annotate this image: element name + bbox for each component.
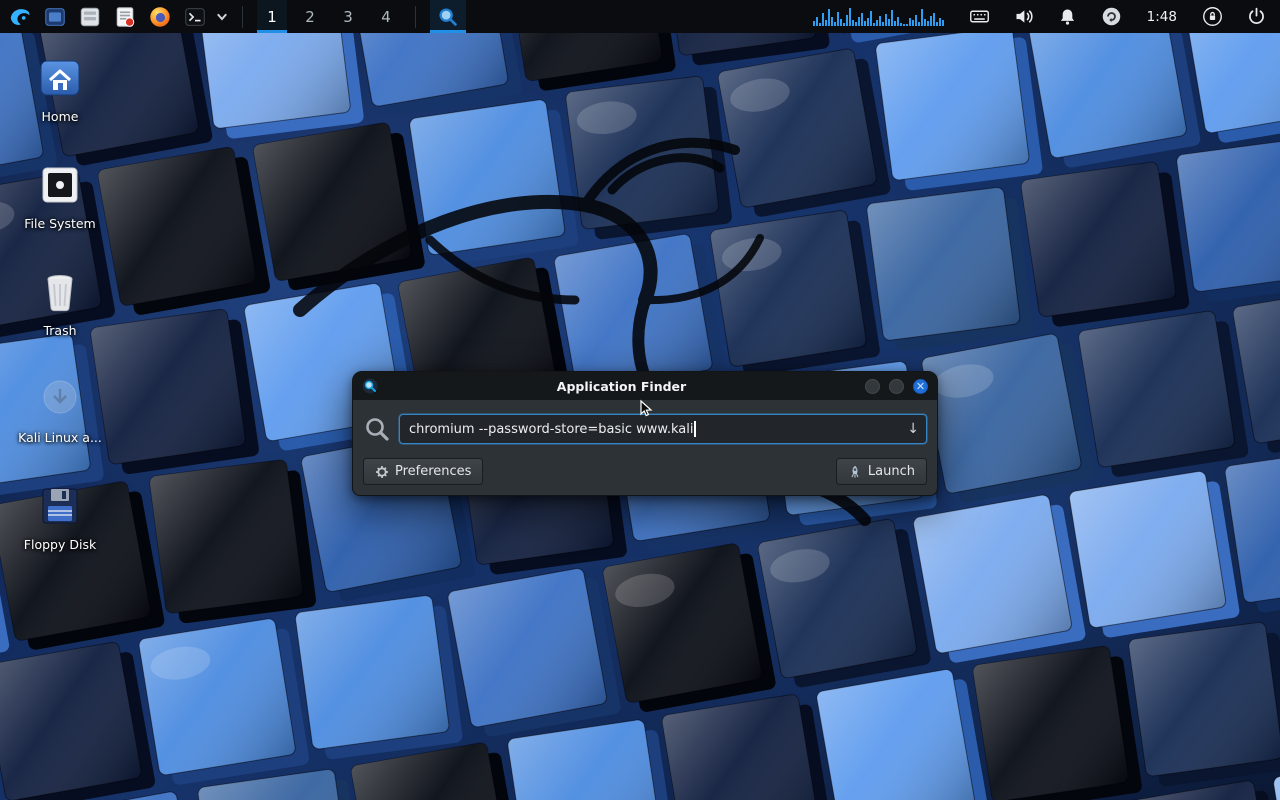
notifications[interactable]: [1056, 5, 1080, 29]
history-dropdown-icon[interactable]: ↓: [907, 421, 919, 437]
workspace-2[interactable]: 2: [295, 0, 325, 33]
workspace-4[interactable]: 4: [371, 0, 401, 33]
panel-separator: [242, 6, 243, 28]
desktop: 1 2 3 4: [0, 0, 1280, 800]
window-icon: [43, 5, 67, 29]
lock-icon: [1202, 6, 1223, 27]
preferences-button[interactable]: Preferences: [363, 458, 483, 485]
appfinder-taskbar-icon: [436, 5, 460, 29]
text-editor-launcher[interactable]: [111, 3, 138, 30]
workspace-3[interactable]: 3: [333, 0, 363, 33]
desktop-icon-kali-linux[interactable]: Kali Linux a...: [10, 375, 110, 445]
desktop-icon-label: Kali Linux a...: [18, 430, 102, 445]
volume-control[interactable]: [1012, 5, 1036, 29]
keyboard-indicator[interactable]: [968, 5, 992, 29]
top-panel: 1 2 3 4: [0, 0, 1280, 33]
window-title: Application Finder: [384, 379, 859, 394]
kali-menu-button[interactable]: [6, 3, 33, 30]
desktop-icon-label: Trash: [43, 323, 76, 338]
bell-icon: [1057, 6, 1078, 27]
desktop-icon-floppy-disk[interactable]: Floppy Disk: [10, 482, 110, 552]
terminal-dropdown[interactable]: [216, 3, 228, 30]
application-finder-window: Application Finder ✕ chromium --password…: [352, 371, 938, 496]
workspace-1[interactable]: 1: [257, 0, 287, 33]
desktop-icon-label: Home: [42, 109, 79, 124]
text-editor-icon: [113, 5, 137, 29]
speaker-icon: [1013, 6, 1034, 27]
kali-disk-icon: [36, 375, 84, 423]
screen-lock[interactable]: [1200, 5, 1224, 29]
floppy-disk-icon: [36, 482, 84, 530]
file-manager-launcher[interactable]: [76, 3, 103, 30]
kali-logo-icon: [8, 5, 32, 29]
maximize-button[interactable]: [889, 379, 904, 394]
desktop-icon-home[interactable]: Home: [10, 54, 110, 124]
window-switcher-launcher[interactable]: [41, 3, 68, 30]
power-icon: [1246, 6, 1267, 27]
logout-button[interactable]: [1244, 5, 1268, 29]
terminal-launcher[interactable]: [181, 3, 208, 30]
update-icon: [1101, 6, 1122, 27]
trash-icon: [36, 268, 84, 316]
keyboard-icon: [969, 6, 990, 27]
launch-icon: [848, 465, 862, 479]
panel-separator: [415, 6, 416, 28]
file-manager-icon: [78, 5, 102, 29]
close-button[interactable]: ✕: [913, 379, 928, 394]
text-caret: [694, 421, 696, 437]
desktop-icon-trash[interactable]: Trash: [10, 268, 110, 338]
update-indicator[interactable]: [1100, 5, 1124, 29]
mouse-cursor: [636, 398, 656, 418]
appfinder-icon: [362, 378, 378, 394]
search-icon: [363, 415, 391, 443]
desktop-icon-file-system[interactable]: File System: [10, 161, 110, 231]
terminal-icon: [183, 5, 207, 29]
window-buttons: ✕: [865, 379, 928, 394]
file-system-icon: [36, 161, 84, 209]
taskbar-appfinder-window[interactable]: [430, 0, 466, 33]
home-folder-icon: [36, 54, 84, 102]
launch-button[interactable]: Launch: [836, 458, 927, 485]
clock[interactable]: 1:48: [1147, 9, 1177, 25]
gear-icon: [375, 465, 389, 479]
command-text: chromium --password-store=basic www.kali: [409, 422, 693, 437]
minimize-button[interactable]: [865, 379, 880, 394]
launch-label: Launch: [868, 464, 915, 479]
firefox-icon: [148, 5, 172, 29]
desktop-icon-label: Floppy Disk: [24, 537, 96, 552]
titlebar[interactable]: Application Finder ✕: [353, 372, 937, 400]
firefox-launcher[interactable]: [146, 3, 173, 30]
preferences-label: Preferences: [395, 464, 471, 479]
audio-visualizer[interactable]: [813, 4, 944, 30]
chevron-down-icon: [216, 1, 228, 32]
command-input[interactable]: chromium --password-store=basic www.kali…: [399, 414, 927, 444]
desktop-icon-label: File System: [24, 216, 96, 231]
